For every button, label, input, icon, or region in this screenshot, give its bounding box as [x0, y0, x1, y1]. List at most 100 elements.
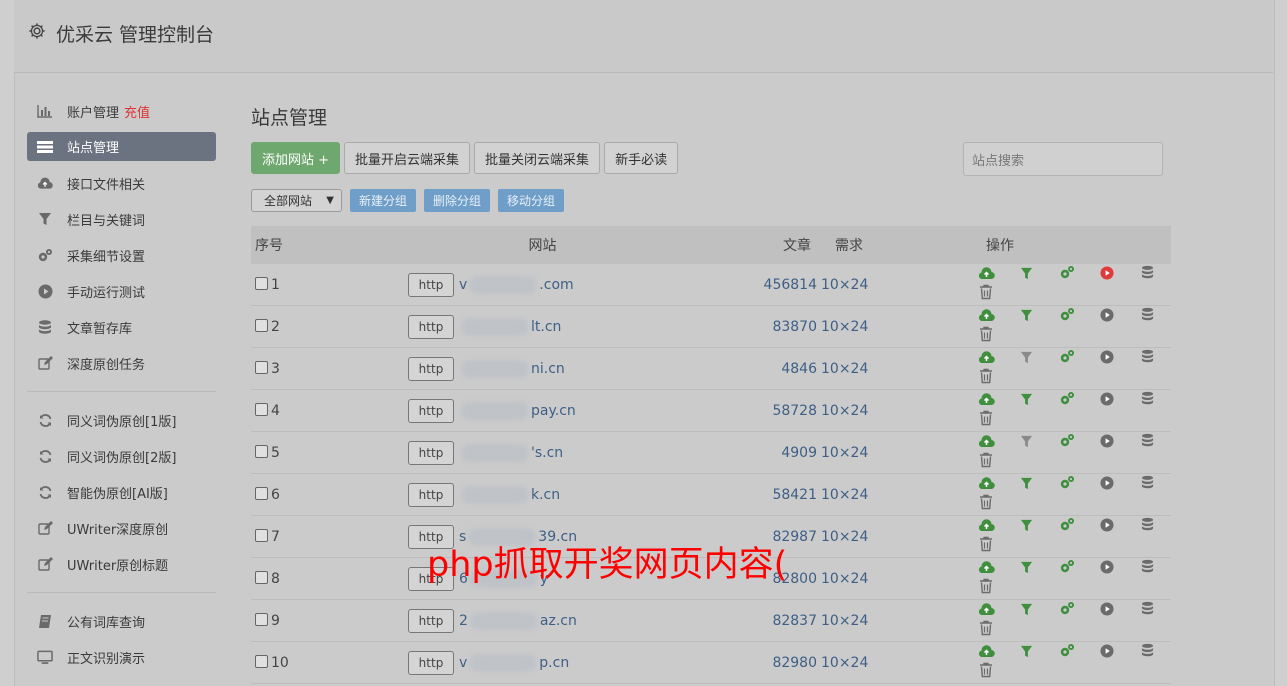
sidebar-item-c-1[interactable]: 正文识别演示 — [27, 639, 216, 675]
row-checkbox[interactable] — [255, 528, 268, 542]
articles-count[interactable]: 456814 — [695, 264, 817, 306]
sidebar-item-a-0[interactable]: 账户管理 充值 — [27, 93, 216, 129]
sidebar-item-b-2[interactable]: 智能伪原创[AI版] — [27, 474, 216, 510]
site-link[interactable]: pay.cn — [459, 401, 576, 420]
trash-icon[interactable] — [968, 284, 1004, 300]
play-icon[interactable] — [1089, 560, 1125, 574]
trash-icon[interactable] — [968, 452, 1004, 468]
settings-icon[interactable] — [1049, 643, 1085, 658]
play-icon[interactable] — [1089, 476, 1125, 490]
trash-icon[interactable] — [968, 578, 1004, 594]
cloud-upload-icon[interactable] — [968, 477, 1004, 490]
settings-icon[interactable] — [1049, 433, 1085, 448]
articles-count[interactable]: 58728 — [695, 390, 817, 432]
sidebar-item-b-0[interactable]: 同义词伪原创[1版] — [27, 402, 216, 438]
trash-icon[interactable] — [968, 494, 1004, 510]
filter-icon[interactable] — [1008, 267, 1044, 280]
row-checkbox[interactable] — [255, 402, 268, 416]
database-icon[interactable] — [1130, 475, 1166, 490]
row-checkbox[interactable] — [255, 276, 268, 290]
row-checkbox[interactable] — [255, 444, 268, 458]
site-link[interactable]: k.cn — [459, 485, 560, 504]
sidebar-item-a-2[interactable]: 接口文件相关 — [27, 165, 216, 201]
sidebar-item-c-0[interactable]: 公有词库查询 — [27, 603, 216, 639]
play-icon[interactable] — [1089, 644, 1125, 658]
filter-icon[interactable] — [1008, 519, 1044, 532]
move-group-button[interactable]: 移动分组 — [498, 189, 565, 212]
articles-count[interactable]: 82837 — [695, 600, 817, 642]
demand-value[interactable]: 10×24 — [817, 474, 895, 516]
trash-icon[interactable] — [968, 536, 1004, 552]
row-checkbox[interactable] — [255, 654, 268, 668]
sidebar-item-a-6[interactable]: 文章暂存库 — [27, 309, 216, 345]
filter-icon[interactable] — [1008, 435, 1044, 448]
cloud-upload-icon[interactable] — [968, 309, 1004, 322]
demand-value[interactable]: 10×24 — [817, 306, 895, 348]
sidebar-item-b-4[interactable]: UWriter原创标题 — [27, 546, 216, 582]
play-icon[interactable] — [1089, 392, 1125, 406]
sidebar-item-a-1[interactable]: 站点管理 — [27, 132, 216, 161]
batch-enable-cloud-button[interactable]: 批量开启云端采集 — [344, 142, 471, 174]
demand-value[interactable]: 10×24 — [817, 264, 895, 306]
database-icon[interactable] — [1130, 517, 1166, 532]
trash-icon[interactable] — [968, 410, 1004, 426]
demand-value[interactable]: 10×24 — [817, 558, 895, 600]
demand-value[interactable]: 10×24 — [817, 516, 895, 558]
trash-icon[interactable] — [968, 368, 1004, 384]
site-search-input[interactable]: 站点搜索 — [963, 142, 1163, 176]
play-icon[interactable] — [1089, 518, 1125, 532]
demand-value[interactable]: 10×24 — [817, 348, 895, 390]
site-link[interactable]: ni.cn — [459, 359, 565, 378]
sidebar-item-a-4[interactable]: 采集细节设置 — [27, 237, 216, 273]
settings-icon[interactable] — [1049, 265, 1085, 280]
cloud-upload-icon[interactable] — [968, 393, 1004, 406]
cloud-upload-icon[interactable] — [968, 645, 1004, 658]
play-icon[interactable] — [1089, 308, 1125, 322]
demand-value[interactable]: 10×24 — [817, 390, 895, 432]
database-icon[interactable] — [1130, 391, 1166, 406]
database-icon[interactable] — [1130, 307, 1166, 322]
articles-count[interactable]: 83870 — [695, 306, 817, 348]
filter-icon[interactable] — [1008, 561, 1044, 574]
play-icon[interactable] — [1089, 266, 1125, 280]
database-icon[interactable] — [1130, 433, 1166, 448]
filter-icon[interactable] — [1008, 603, 1044, 616]
site-link[interactable]: 2 az.cn — [459, 611, 577, 630]
cloud-upload-icon[interactable] — [968, 351, 1004, 364]
cloud-upload-icon[interactable] — [968, 603, 1004, 616]
play-icon[interactable] — [1089, 434, 1125, 448]
sidebar-item-a-7[interactable]: 深度原创任务 — [27, 345, 216, 381]
demand-value[interactable]: 10×24 — [817, 432, 895, 474]
batch-disable-cloud-button[interactable]: 批量关闭云端采集 — [474, 142, 601, 174]
settings-icon[interactable] — [1049, 307, 1085, 322]
trash-icon[interactable] — [968, 326, 1004, 342]
articles-count[interactable]: 82980 — [695, 642, 817, 684]
row-checkbox[interactable] — [255, 612, 268, 626]
play-icon[interactable] — [1089, 602, 1125, 616]
settings-icon[interactable] — [1049, 517, 1085, 532]
site-link[interactable]: v .com — [459, 275, 574, 294]
sidebar-item-a-3[interactable]: 栏目与关键词 — [27, 201, 216, 237]
group-select[interactable]: 全部网站 ▼ — [251, 189, 342, 212]
demand-value[interactable]: 10×24 — [817, 600, 895, 642]
site-link[interactable]: 's.cn — [459, 443, 563, 462]
sidebar-item-a-5[interactable]: 手动运行测试 — [27, 273, 216, 309]
articles-count[interactable]: 4846 — [695, 348, 817, 390]
site-link[interactable]: v p.cn — [459, 653, 569, 672]
database-icon[interactable] — [1130, 643, 1166, 658]
filter-icon[interactable] — [1008, 393, 1044, 406]
articles-count[interactable]: 58421 — [695, 474, 817, 516]
database-icon[interactable] — [1130, 265, 1166, 280]
settings-icon[interactable] — [1049, 559, 1085, 574]
delete-group-button[interactable]: 删除分组 — [424, 189, 491, 212]
filter-icon[interactable] — [1008, 477, 1044, 490]
cloud-upload-icon[interactable] — [968, 267, 1004, 280]
row-checkbox[interactable] — [255, 486, 268, 500]
row-checkbox[interactable] — [255, 570, 268, 584]
row-checkbox[interactable] — [255, 318, 268, 332]
settings-icon[interactable] — [1049, 391, 1085, 406]
database-icon[interactable] — [1130, 559, 1166, 574]
play-icon[interactable] — [1089, 350, 1125, 364]
settings-icon[interactable] — [1049, 349, 1085, 364]
site-link[interactable]: lt.cn — [459, 317, 561, 336]
